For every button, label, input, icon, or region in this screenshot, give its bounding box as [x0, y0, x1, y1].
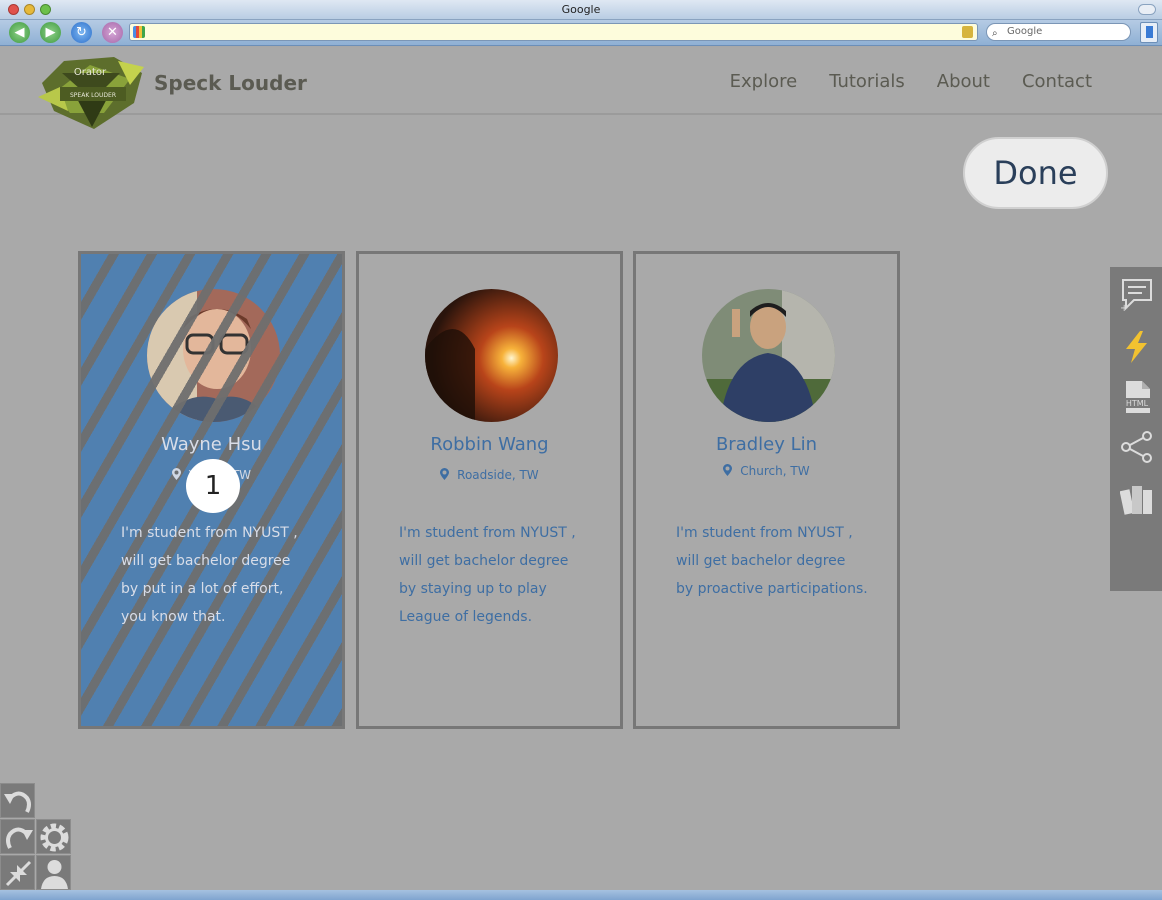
card-bio: I'm student from NYUST , will get bachel…: [121, 525, 298, 625]
location-pin-icon: [171, 468, 181, 480]
lightning-icon[interactable]: [1120, 330, 1154, 364]
profile-card-3[interactable]: Bradley Lin Church, TW I'm student from …: [633, 251, 900, 729]
collapse-button[interactable]: [0, 855, 35, 890]
browser-toolbar: ◀ ▶ ↻ ✕ ⌕ Google: [0, 20, 1162, 46]
main-nav: Explore Tutorials About Contact: [730, 71, 1092, 92]
reload-button[interactable]: ↻: [71, 22, 92, 43]
forward-button[interactable]: ▶: [40, 22, 61, 43]
user-button[interactable]: [36, 855, 71, 890]
avatar-3: [702, 289, 835, 422]
bottom-tool-cluster: [0, 783, 72, 890]
settings-button[interactable]: [36, 819, 71, 854]
card-name: Bradley Lin: [715, 434, 818, 455]
location-pin-icon: [723, 464, 733, 476]
svg-text:HTML: HTML: [1126, 399, 1149, 408]
card-location: Church, TW: [636, 464, 897, 478]
user-icon: [41, 860, 68, 889]
card-bio: I'm student from NYUST , will get bachel…: [399, 525, 576, 625]
nav-about[interactable]: About: [937, 71, 990, 92]
nav-contact[interactable]: Contact: [1022, 71, 1092, 92]
collapse-icon: [5, 860, 32, 887]
window-title: Google: [561, 3, 601, 16]
settings-icon: [40, 823, 69, 852]
side-tool-panel: + HTML: [1110, 267, 1162, 591]
redo-button[interactable]: [0, 819, 35, 854]
site-header: Orator SPEAK LOUDER Speck Louder Explore…: [0, 47, 1162, 129]
library-icon[interactable]: [1120, 482, 1154, 516]
lock-icon: [962, 26, 973, 38]
browser-status-bar: [0, 890, 1162, 900]
step-badge: 1: [186, 459, 240, 513]
logo-band: SPEAK LOUDER: [70, 92, 116, 99]
search-placeholder: Google: [1007, 26, 1043, 37]
address-bar[interactable]: [129, 23, 978, 41]
avatar-2: [425, 289, 558, 422]
profile-card-1[interactable]: Wayne Hsu Yunlin, TW I'm student from NY…: [78, 251, 345, 729]
card-location-text: Church, TW: [740, 464, 810, 478]
undo-button[interactable]: [0, 783, 35, 818]
profile-card-2[interactable]: Robbin Wang Roadside, TW I'm student fro…: [356, 251, 623, 729]
card-location-text: Roadside, TW: [457, 468, 539, 482]
share-icon[interactable]: [1120, 430, 1154, 464]
search-icon: ⌕: [992, 28, 998, 39]
logo-title: Orator: [74, 67, 107, 78]
location-pin-icon: [440, 468, 450, 480]
svg-text:+: +: [1120, 303, 1128, 311]
page-content: Orator SPEAK LOUDER Speck Louder Explore…: [0, 47, 1162, 890]
card-bio: I'm student from NYUST , will get bachel…: [676, 525, 868, 597]
card-name: Robbin Wang: [430, 434, 549, 455]
bookmarks-button[interactable]: [1140, 22, 1158, 43]
undo-icon: [4, 791, 31, 813]
toolbar-toggle-button[interactable]: [1138, 4, 1156, 15]
back-button[interactable]: ◀: [9, 22, 30, 43]
add-note-icon[interactable]: +: [1120, 277, 1154, 311]
window-titlebar: Google: [0, 0, 1162, 20]
nav-tutorials[interactable]: Tutorials: [829, 71, 905, 92]
card-location: Roadside, TW: [359, 468, 620, 482]
nav-explore[interactable]: Explore: [730, 71, 798, 92]
search-field[interactable]: ⌕ Google: [986, 23, 1131, 41]
done-button[interactable]: Done: [963, 137, 1108, 209]
stop-button[interactable]: ✕: [102, 22, 123, 43]
redo-icon: [6, 827, 33, 849]
html-file-icon[interactable]: HTML: [1120, 380, 1154, 414]
google-favicon-icon: [133, 26, 145, 38]
brand-name[interactable]: Speck Louder: [154, 71, 307, 95]
orator-logo[interactable]: Orator SPEAK LOUDER: [34, 53, 146, 131]
card-name: Wayne Hsu: [161, 434, 262, 455]
